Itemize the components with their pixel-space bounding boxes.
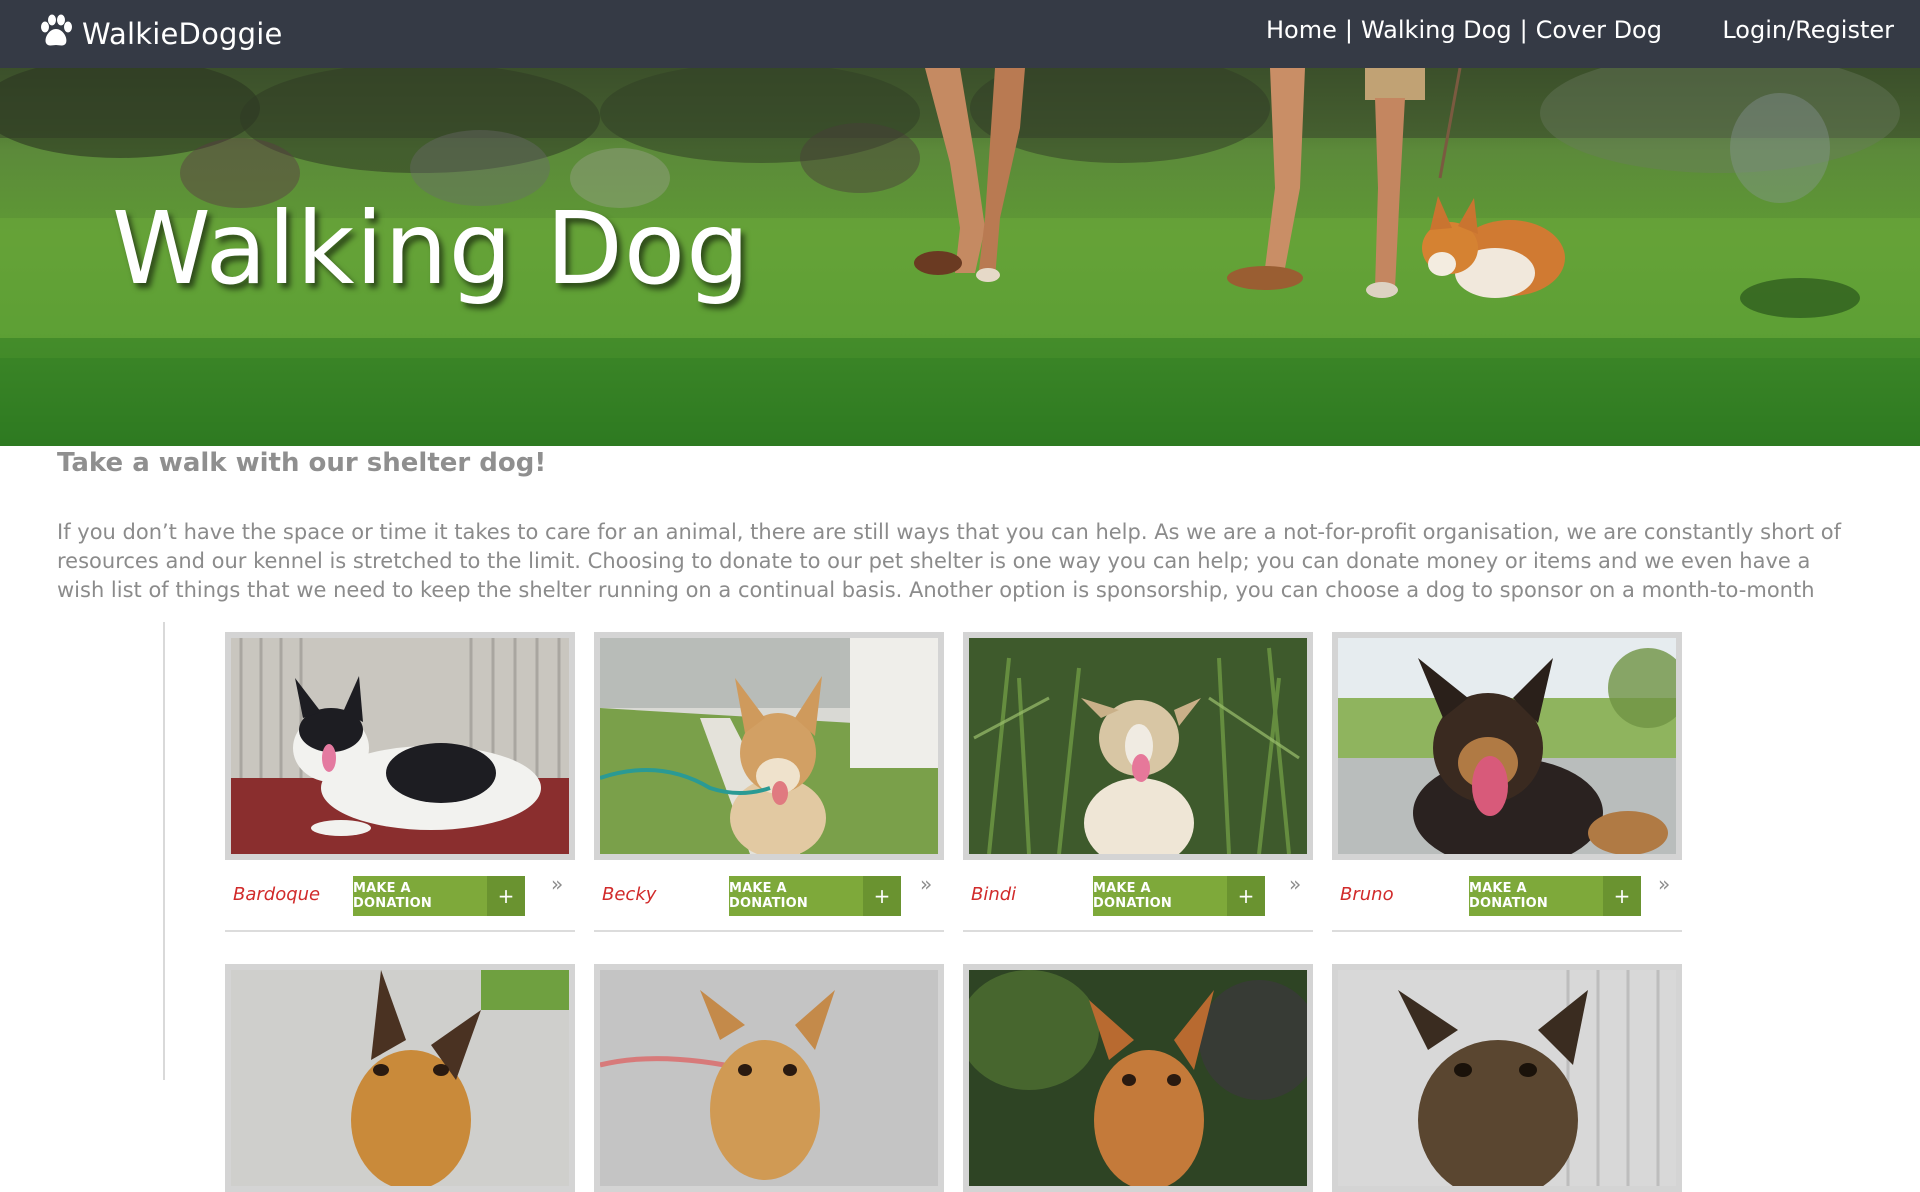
hero-banner: Walking Dog — [0, 68, 1920, 446]
dog-photo-becky[interactable] — [600, 638, 938, 854]
grid-divider-line — [163, 622, 165, 1080]
dog-card-footer: Bruno MAKE A DONATION + » — [1332, 860, 1682, 932]
nav-separator: | — [1519, 16, 1528, 44]
paw-icon — [36, 12, 76, 56]
dog-card-footer: Becky MAKE A DONATION + » — [594, 860, 944, 932]
donate-label: MAKE A DONATION — [1469, 876, 1603, 916]
make-donation-button[interactable]: MAKE A DONATION + — [353, 876, 525, 916]
intro-paragraph: If you don’t have the space or time it t… — [57, 520, 1842, 602]
more-chevron-icon[interactable]: » — [920, 872, 932, 896]
brand-name: WalkieDoggie — [82, 17, 283, 51]
more-chevron-icon[interactable]: » — [1289, 872, 1301, 896]
dog-photo-frame — [594, 632, 944, 860]
dog-photo-frame — [225, 632, 575, 860]
dog-photo-bindi[interactable] — [969, 638, 1307, 854]
plus-icon: + — [1227, 876, 1265, 916]
dog-photo-frame — [594, 964, 944, 1192]
top-navigation-bar: WalkieDoggie Home | Walking Dog | Cover … — [0, 0, 1920, 68]
dog-card-footer: Bardoque MAKE A DONATION + » — [225, 860, 575, 932]
nav-walking-dog-link[interactable]: Walking Dog — [1361, 16, 1512, 44]
dog-photo-bardoque[interactable] — [231, 638, 569, 854]
dog-photo[interactable] — [1338, 970, 1676, 1186]
dog-photo-frame — [225, 964, 575, 1192]
nav-cover-dog-link[interactable]: Cover Dog — [1536, 16, 1662, 44]
login-register-link[interactable]: Login/Register — [1722, 16, 1894, 44]
donate-label: MAKE A DONATION — [729, 876, 863, 916]
dog-photo[interactable] — [600, 970, 938, 1186]
make-donation-button[interactable]: MAKE A DONATION + — [1093, 876, 1265, 916]
plus-icon: + — [1603, 876, 1641, 916]
brand-home-link[interactable]: WalkieDoggie — [36, 12, 283, 56]
dog-name[interactable]: Bruno — [1340, 884, 1394, 905]
more-chevron-icon[interactable]: » — [551, 872, 563, 896]
make-donation-button[interactable]: MAKE A DONATION + — [729, 876, 901, 916]
dog-photo-bruno[interactable] — [1338, 638, 1676, 854]
more-chevron-icon[interactable]: » — [1658, 872, 1670, 896]
plus-icon: + — [487, 876, 525, 916]
dog-photo-frame — [963, 964, 1313, 1192]
dog-photo[interactable] — [231, 970, 569, 1186]
nav-home-link[interactable]: Home — [1266, 16, 1337, 44]
dog-photo-frame — [1332, 964, 1682, 1192]
dog-photo-frame — [963, 632, 1313, 860]
plus-icon: + — [863, 876, 901, 916]
dog-name[interactable]: Bardoque — [233, 884, 320, 905]
donate-label: MAKE A DONATION — [353, 876, 487, 916]
dog-photo-frame — [1332, 632, 1682, 860]
nav-separator: | — [1344, 16, 1353, 44]
dog-photo[interactable] — [969, 970, 1307, 1186]
dog-card-footer: Bindi MAKE A DONATION + » — [963, 860, 1313, 932]
dog-name[interactable]: Bindi — [971, 884, 1016, 905]
dog-name[interactable]: Becky — [602, 884, 656, 905]
main-nav: Home | Walking Dog | Cover Dog — [1266, 16, 1662, 44]
intro-heading: Take a walk with our shelter dog! — [57, 448, 547, 478]
hero-title: Walking Dog — [112, 190, 751, 307]
make-donation-button[interactable]: MAKE A DONATION + — [1469, 876, 1641, 916]
donate-label: MAKE A DONATION — [1093, 876, 1227, 916]
